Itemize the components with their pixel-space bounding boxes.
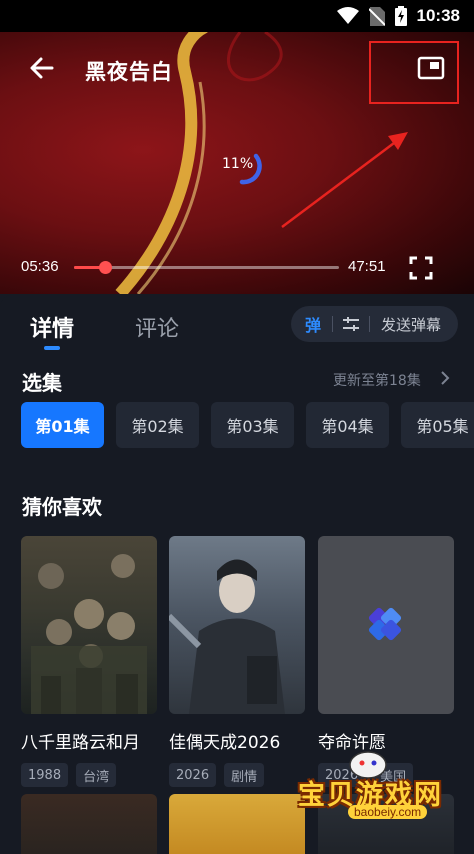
current-time: 05:36 — [21, 258, 59, 275]
placeholder-logo-icon — [368, 607, 402, 641]
tab-comments[interactable]: 评论 — [135, 311, 179, 343]
recommend-card[interactable]: 八千里路云和月 1988 台湾 — [21, 536, 157, 787]
poster-image[interactable] — [21, 536, 157, 714]
episodes-update-link[interactable]: 更新至第18集 — [333, 370, 421, 390]
genre-tag: 剧情 — [224, 763, 265, 787]
annotation-arrow-icon — [281, 132, 408, 228]
back-arrow-icon[interactable] — [28, 54, 56, 82]
danmu-bar: 弹 发送弹幕 — [291, 306, 458, 342]
recommend-heading: 猜你喜欢 — [22, 495, 102, 519]
clock-time: 10:38 — [416, 6, 460, 25]
tab-details[interactable]: 详情 — [30, 311, 74, 343]
tab-indicator — [44, 346, 60, 350]
send-danmu-button[interactable]: 发送弹幕 — [381, 314, 441, 335]
danmu-settings-icon[interactable] — [338, 311, 364, 337]
no-sim-icon — [368, 6, 385, 26]
divider — [332, 316, 333, 332]
episode-list: 第01集 第02集 第03集 第04集 第05集 — [21, 402, 474, 448]
video-title: 黑夜告白 — [85, 60, 173, 84]
recommend-card[interactable]: 佳偶天成2026 2026 剧情 — [169, 536, 305, 787]
wifi-icon — [336, 7, 359, 25]
status-bar: 10:38 — [0, 0, 474, 32]
chevron-right-icon[interactable] — [440, 371, 450, 385]
episode-button[interactable]: 第01集 — [21, 402, 104, 448]
watermark-url: baobeiy.com — [348, 805, 428, 819]
episode-button[interactable]: 第02集 — [116, 402, 199, 448]
poster-placeholder[interactable] — [318, 536, 454, 714]
episodes-heading: 选集 — [22, 371, 62, 395]
poster-image[interactable] — [21, 794, 157, 854]
year-tag: 2026 — [169, 763, 217, 787]
video-player[interactable]: 黑夜告白 11% 05:36 47:51 — [0, 32, 474, 294]
loading-percent: 11% — [222, 156, 254, 172]
progress-knob[interactable] — [99, 261, 112, 274]
danmu-toggle-button[interactable]: 弹 — [299, 310, 327, 338]
progress-bar[interactable] — [74, 261, 339, 274]
episode-button[interactable]: 第03集 — [211, 402, 294, 448]
battery-charging-icon — [394, 6, 407, 26]
card-title: 佳偶天成2026 — [169, 733, 281, 753]
total-time: 47:51 — [348, 258, 386, 275]
poster-image[interactable] — [169, 794, 305, 854]
episode-button[interactable]: 第05集 — [401, 402, 474, 448]
poster-image[interactable] — [169, 536, 305, 714]
region-tag: 台湾 — [76, 763, 117, 787]
fullscreen-icon[interactable] — [409, 256, 433, 280]
divider — [369, 316, 370, 332]
year-tag: 1988 — [21, 763, 69, 787]
card-title: 八千里路云和月 — [21, 733, 140, 753]
episode-button[interactable]: 第04集 — [306, 402, 389, 448]
